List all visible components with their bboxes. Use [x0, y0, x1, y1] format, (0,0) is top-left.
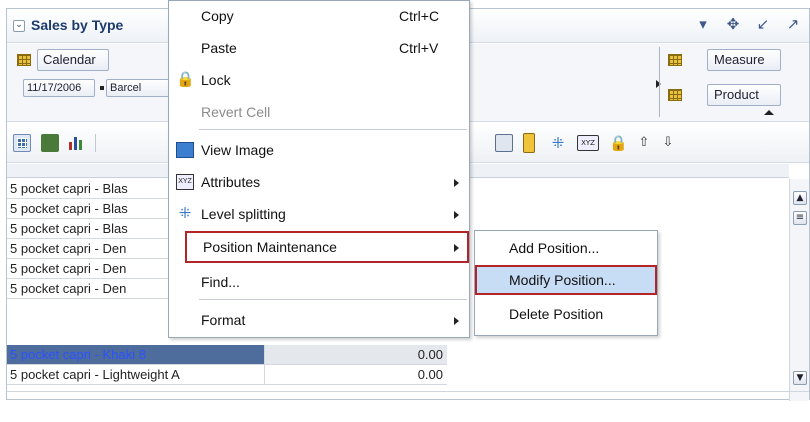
- table-view-icon[interactable]: [13, 134, 31, 152]
- measure-chip[interactable]: Measure: [707, 49, 781, 71]
- menu-item-level-splitting[interactable]: ⁜ Level splitting: [169, 201, 469, 227]
- menu-item-paste[interactable]: Paste Ctrl+V: [169, 35, 469, 61]
- menu-item-label: Copy: [201, 8, 234, 24]
- row-value[interactable]: 0.00: [265, 365, 447, 385]
- table-row-selected[interactable]: 5 pocket capri - Khaki 8 0.00: [7, 345, 447, 365]
- measure-grid-icon: [668, 54, 682, 66]
- menu-shortcut: Ctrl+V: [399, 40, 439, 56]
- sort-ascending-icon[interactable]: ⇧: [635, 133, 653, 151]
- menu-item-label: Level splitting: [201, 206, 286, 222]
- maximize-icon[interactable]: ↗: [785, 15, 801, 33]
- menu-item-attributes[interactable]: XYZ Attributes: [169, 169, 469, 195]
- submenu-item-add-position[interactable]: Add Position...: [475, 233, 657, 263]
- menu-item-label: Position Maintenance: [203, 239, 337, 255]
- edge-divider: [659, 47, 660, 117]
- row-label[interactable]: 5 pocket capri - Khaki 8: [7, 345, 265, 365]
- ruler-icon[interactable]: [523, 133, 535, 153]
- row-edge-grid-icon: [17, 54, 31, 66]
- level-splitting-icon[interactable]: ⁜: [549, 134, 567, 152]
- menu-item-label: Format: [201, 312, 246, 328]
- submenu-arrow-icon: [454, 244, 459, 252]
- scroll-up-icon[interactable]: ▲: [793, 191, 807, 205]
- lock-icon: 🔒: [176, 71, 195, 88]
- position-maintenance-submenu: Add Position... Modify Position... Delet…: [474, 230, 658, 336]
- menu-item-lock[interactable]: 🔒 Lock: [169, 67, 469, 93]
- menu-item-format[interactable]: Format: [169, 307, 469, 333]
- submenu-arrow-icon: [454, 211, 459, 219]
- submenu-item-delete-position[interactable]: Delete Position: [475, 299, 657, 329]
- bar-chart-icon[interactable]: [67, 134, 85, 152]
- toolbar-divider: [95, 134, 96, 152]
- product-chip[interactable]: Product: [707, 84, 781, 106]
- menu-item-label: View Image: [201, 142, 274, 158]
- submenu-arrow-icon: [454, 317, 459, 325]
- menu-separator: [199, 299, 467, 300]
- dropdown-arrow-icon[interactable]: ▾: [695, 15, 711, 33]
- menu-item-view-image[interactable]: View Image: [169, 137, 469, 163]
- table-row[interactable]: 5 pocket capri - Lightweight A 0.00: [7, 365, 447, 385]
- attributes-icon[interactable]: XYZ: [577, 135, 599, 151]
- scroll-thumb-icon[interactable]: ≡: [793, 211, 807, 225]
- select-cells-icon[interactable]: [495, 134, 513, 152]
- page-store-chip[interactable]: Barcel: [106, 79, 176, 97]
- menu-item-position-maintenance[interactable]: Position Maintenance: [185, 231, 469, 263]
- panel-title: Sales by Type: [31, 17, 124, 33]
- collapse-up-icon[interactable]: [764, 110, 774, 115]
- page-date-chip[interactable]: 11/17/2006: [23, 79, 95, 97]
- vertical-scrollbar[interactable]: ▲ ≡ ▼: [789, 179, 809, 401]
- menu-item-find[interactable]: Find...: [169, 269, 469, 295]
- attributes-icon: XYZ: [176, 174, 194, 190]
- move-icon[interactable]: ✥: [725, 15, 741, 33]
- lock-icon[interactable]: 🔒: [609, 133, 628, 152]
- menu-item-label: Find...: [201, 274, 240, 290]
- row-label[interactable]: 5 pocket capri - Lightweight A: [7, 365, 265, 385]
- submenu-arrow-icon: [454, 179, 459, 187]
- menu-item-copy[interactable]: Copy Ctrl+C: [169, 3, 469, 29]
- minimize-icon[interactable]: ↙: [755, 15, 771, 33]
- menu-separator: [199, 129, 467, 130]
- row-value[interactable]: 0.00: [265, 345, 447, 365]
- sort-descending-icon[interactable]: ⇩: [659, 133, 677, 151]
- product-grid-icon: [668, 89, 682, 101]
- horizontal-divider: [7, 391, 809, 392]
- image-icon: [176, 142, 194, 158]
- level-splitting-icon: ⁜: [178, 205, 192, 222]
- calendar-chip[interactable]: Calendar: [37, 49, 109, 71]
- menu-item-label: Lock: [201, 72, 231, 88]
- menu-item-revert-cell: Revert Cell: [169, 99, 469, 125]
- bullet-icon: [100, 86, 104, 90]
- chart-table-icon[interactable]: [41, 134, 59, 152]
- submenu-item-modify-position[interactable]: Modify Position...: [475, 265, 657, 295]
- menu-item-label: Attributes: [201, 174, 261, 190]
- menu-item-label: Revert Cell: [201, 104, 271, 120]
- menu-item-label: Paste: [201, 40, 237, 56]
- context-menu: Copy Ctrl+C Paste Ctrl+V 🔒 Lock Revert C…: [168, 0, 470, 338]
- collapse-icon[interactable]: ⌄: [13, 20, 25, 32]
- scroll-down-icon[interactable]: ▼: [793, 371, 807, 385]
- menu-shortcut: Ctrl+C: [399, 8, 440, 24]
